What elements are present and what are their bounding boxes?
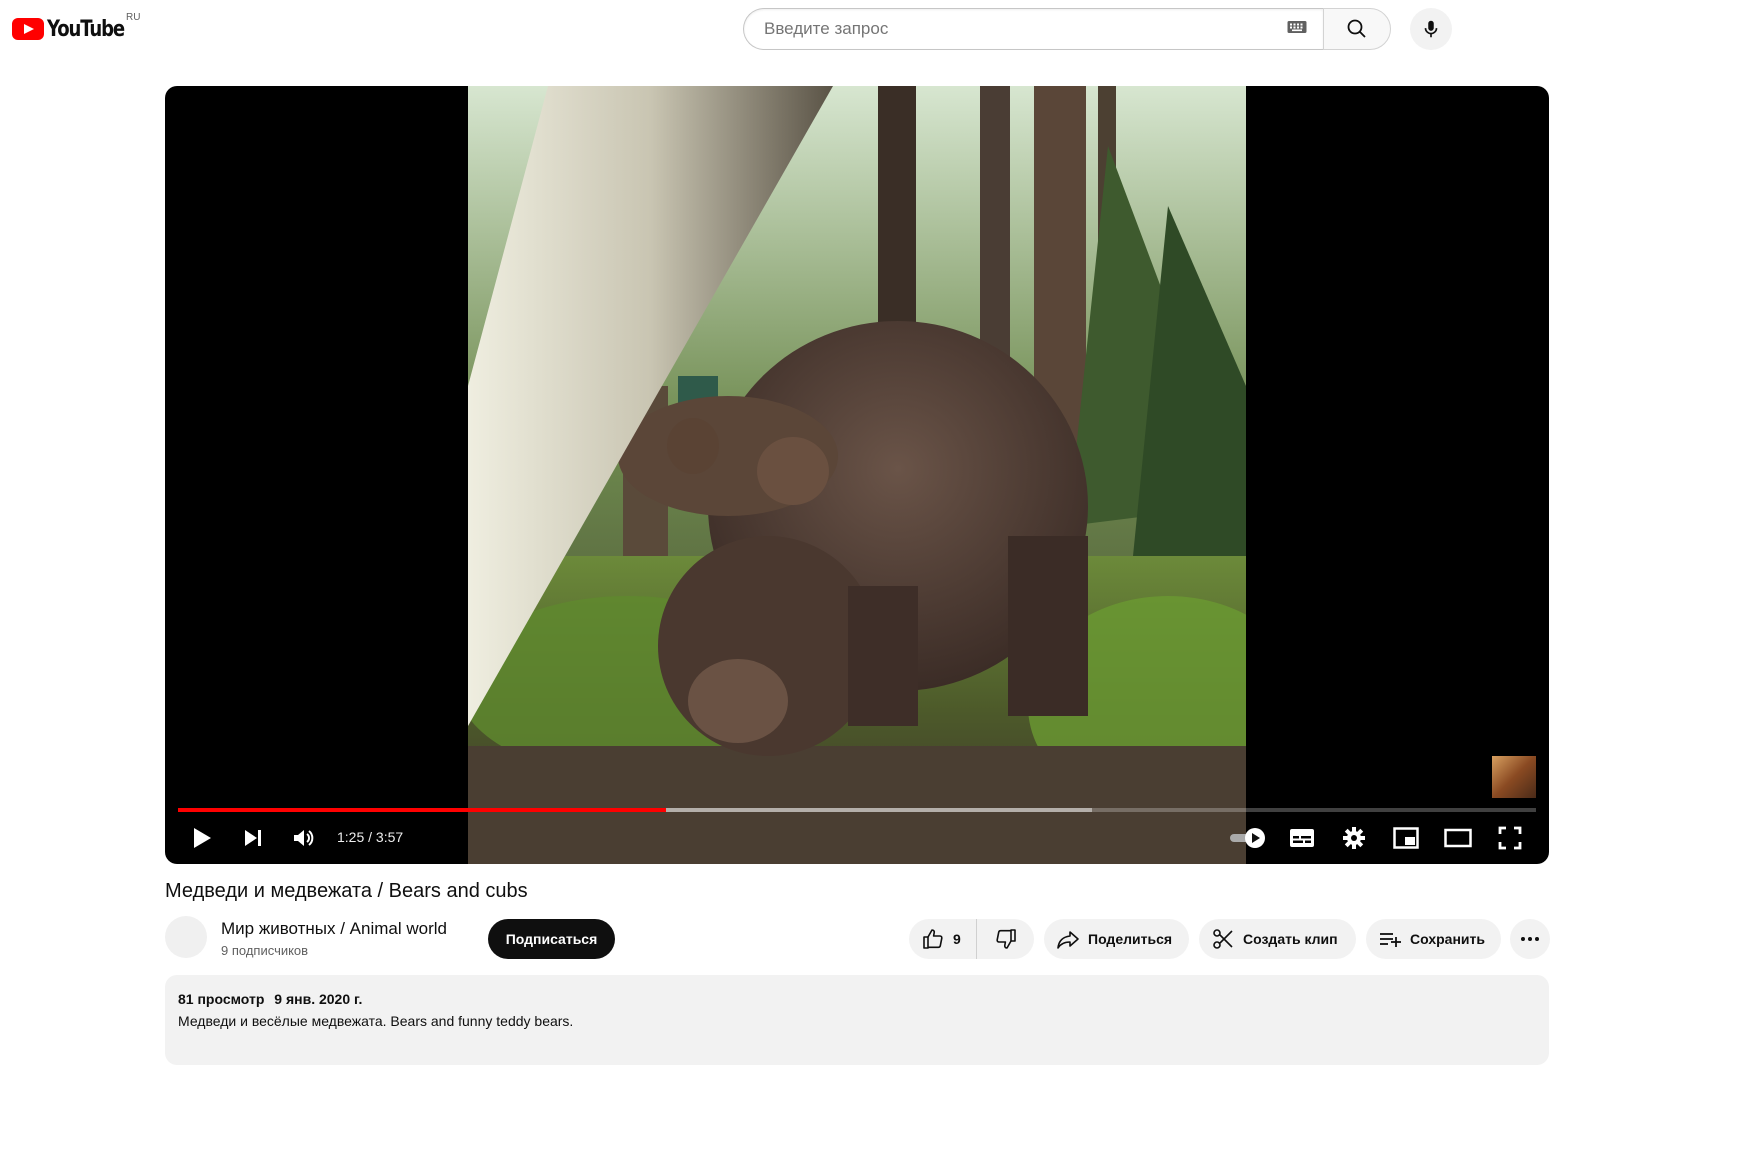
next-icon xyxy=(245,830,261,846)
search-box xyxy=(743,8,1323,50)
like-button[interactable]: 9 xyxy=(909,919,977,959)
create-clip-button[interactable]: Создать клип xyxy=(1199,919,1356,959)
share-icon xyxy=(1057,931,1079,949)
settings-icon xyxy=(1343,827,1365,849)
autoplay-toggle-icon xyxy=(1230,828,1265,848)
play-icon xyxy=(194,828,211,848)
like-dislike-group: 9 xyxy=(909,919,1034,959)
description-text: Медведи и весёлые медвежата. Bears and f… xyxy=(178,1013,574,1029)
dislike-button[interactable] xyxy=(977,919,1034,959)
miniplayer-button[interactable] xyxy=(1390,822,1422,854)
progress-played xyxy=(178,808,666,812)
fullscreen-icon xyxy=(1498,826,1522,850)
video-player[interactable]: 1:25 / 3:57 xyxy=(165,86,1549,864)
search-bar xyxy=(743,8,1391,50)
mic-icon xyxy=(1424,20,1438,38)
fullscreen-button[interactable] xyxy=(1494,822,1526,854)
subtitles-button[interactable] xyxy=(1286,822,1318,854)
like-count: 9 xyxy=(953,931,961,947)
volume-button[interactable] xyxy=(288,822,320,854)
time-display: 1:25 / 3:57 xyxy=(337,829,404,845)
voice-search-button[interactable] xyxy=(1410,8,1452,50)
search-input[interactable] xyxy=(762,18,1287,40)
search-button[interactable] xyxy=(1323,8,1391,50)
subscribe-button[interactable]: Подписаться xyxy=(488,919,615,959)
volume-icon xyxy=(294,830,314,846)
region-label: RU xyxy=(126,12,141,23)
subscriber-count: 9 подписчиков xyxy=(221,943,309,958)
next-button[interactable] xyxy=(237,822,269,854)
miniplayer-icon xyxy=(1393,827,1419,849)
like-icon xyxy=(923,929,943,949)
share-label: Поделиться xyxy=(1088,931,1173,947)
more-icon xyxy=(1521,937,1539,941)
youtube-logo-icon xyxy=(12,18,44,40)
theater-icon xyxy=(1444,828,1472,848)
autoplay-toggle[interactable] xyxy=(1228,822,1268,854)
play-button[interactable] xyxy=(186,822,218,854)
theater-mode-button[interactable] xyxy=(1442,822,1474,854)
end-screen-thumbnail[interactable] xyxy=(1492,756,1536,798)
clip-icon xyxy=(1213,929,1233,949)
keyboard-icon[interactable] xyxy=(1287,20,1307,39)
youtube-logo[interactable]: YouTube RU xyxy=(12,12,141,44)
clip-label: Создать клип xyxy=(1243,931,1338,947)
subtitles-icon xyxy=(1290,829,1314,847)
description-meta: 81 просмотр 9 янв. 2020 г. xyxy=(178,991,362,1007)
player-controls: 1:25 / 3:57 xyxy=(165,816,1549,860)
share-button[interactable]: Поделиться xyxy=(1044,919,1189,959)
upload-date: 9 янв. 2020 г. xyxy=(274,991,363,1007)
dislike-icon xyxy=(995,929,1016,949)
channel-avatar[interactable] xyxy=(165,916,207,958)
description-box[interactable]: 81 просмотр 9 янв. 2020 г. Медведи и вес… xyxy=(165,975,1549,1065)
video-title: Медведи и медвежата / Bears and cubs xyxy=(165,880,528,902)
settings-button[interactable] xyxy=(1338,822,1370,854)
save-button[interactable]: Сохранить xyxy=(1366,919,1501,959)
view-count: 81 просмотр xyxy=(178,991,265,1007)
more-actions-button[interactable] xyxy=(1510,919,1550,959)
channel-name[interactable]: Мир животных / Animal world xyxy=(221,919,447,939)
progress-bar[interactable] xyxy=(178,808,1536,812)
logo-text: YouTube xyxy=(47,16,125,42)
search-icon xyxy=(1347,19,1366,38)
save-icon xyxy=(1380,933,1401,947)
video-frame[interactable] xyxy=(468,86,1246,864)
save-label: Сохранить xyxy=(1410,931,1485,947)
